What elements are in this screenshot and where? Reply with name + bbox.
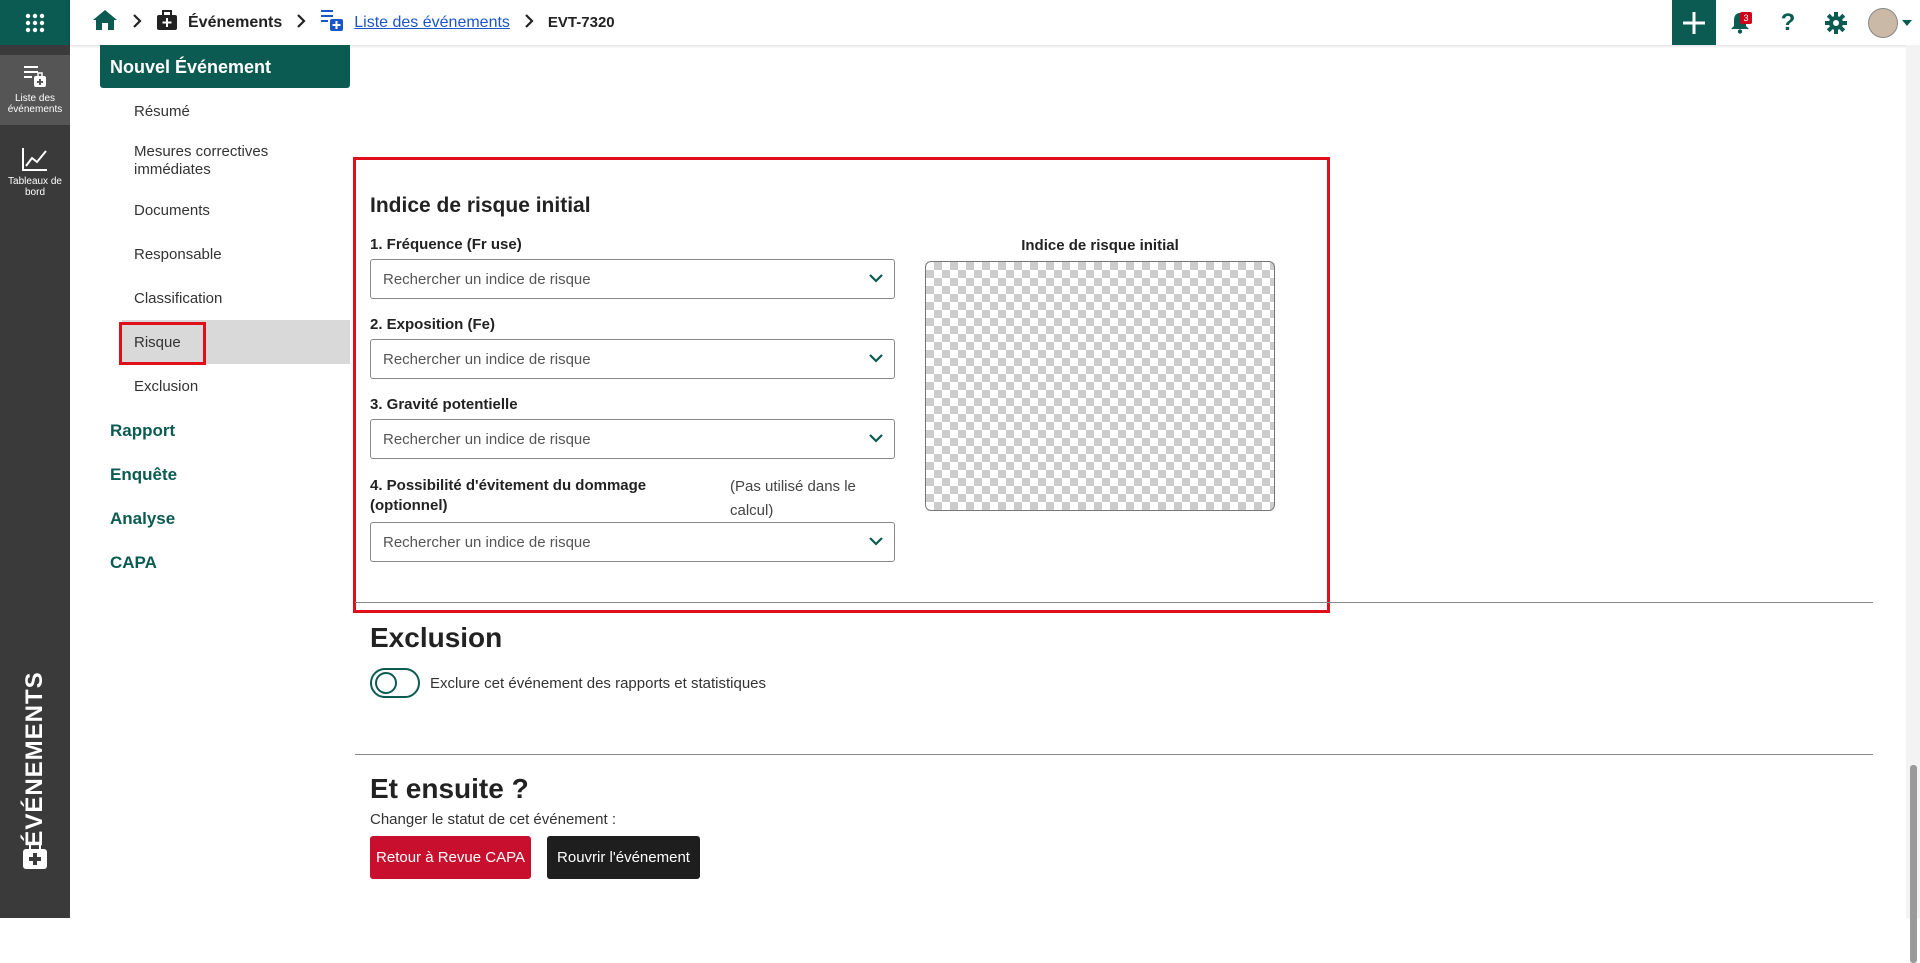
exclusion-title: Exclusion (370, 622, 503, 653)
exposure-placeholder: Rechercher un indice de risque (383, 351, 591, 368)
chevron-down-icon (869, 537, 883, 546)
status-change-text: Changer le statut de cet événement : (370, 811, 616, 828)
exposure-label: 2. Exposition (Fe) (370, 316, 496, 333)
chevron-right-icon (524, 12, 534, 33)
rail-item-dashboards[interactable]: Tableaux de bord (0, 140, 70, 210)
exclusion-toggle-label: Exclure cet événement des rapports et st… (430, 675, 767, 692)
rail-dashboards-label: Tableaux de bord (8, 176, 62, 198)
settings-button[interactable] (1812, 0, 1860, 45)
user-menu[interactable] (1860, 0, 1920, 45)
nav-section-report[interactable]: Rapport (110, 421, 175, 441)
frequency-label: 1. Fréquence (Fr use) (370, 236, 522, 253)
nav-header[interactable]: Nouvel Événement (100, 45, 350, 88)
risk-highlight-box (119, 322, 206, 365)
module-medkit-icon (23, 843, 47, 869)
severity-placeholder: Rechercher un indice de risque (383, 431, 591, 448)
plus-icon (1683, 11, 1705, 34)
severity-label: 3. Gravité potentielle (370, 396, 518, 413)
nav-section-analysis[interactable]: Analyse (110, 509, 175, 529)
gear-icon (1825, 11, 1847, 34)
event-list-icon (320, 8, 344, 37)
event-list-icon (24, 66, 46, 87)
line-chart-icon (22, 148, 47, 171)
frequency-placeholder: Rechercher un indice de risque (383, 271, 591, 288)
top-actions: 3 ? (1672, 0, 1920, 45)
avoidance-select[interactable]: Rechercher un indice de risque (370, 522, 895, 562)
module-label: ÉVÉNEMENTS (21, 671, 48, 847)
chevron-right-icon (296, 12, 306, 33)
avoidance-label: 4. Possibilité d'évitement du dommage (o… (370, 477, 647, 514)
nav-section-investigation[interactable]: Enquête (110, 465, 177, 485)
return-capa-review-button[interactable]: Retour à Revue CAPA (370, 836, 531, 879)
scroll-thumb[interactable] (1910, 765, 1917, 963)
exclusion-toggle[interactable] (370, 668, 420, 698)
question-icon: ? (1780, 8, 1796, 36)
risk-chart-placeholder (925, 261, 1275, 511)
home-icon[interactable] (92, 8, 118, 37)
avoidance-placeholder: Rechercher un indice de risque (383, 534, 591, 551)
rail-event-list-label: Liste des événements (7, 93, 63, 115)
create-button[interactable] (1672, 0, 1716, 45)
nav-section-capa[interactable]: CAPA (110, 553, 157, 573)
notifications-button[interactable]: 3 (1716, 0, 1764, 45)
severity-select[interactable]: Rechercher un indice de risque (370, 419, 895, 459)
nav-item-responsible[interactable]: Responsable (134, 246, 222, 264)
next-title: Et ensuite ? (370, 773, 529, 804)
divider (355, 754, 1873, 755)
chevron-down-icon (869, 354, 883, 363)
breadcrumb-event-list-link[interactable]: Liste des événements (354, 14, 510, 32)
nav-item-exclusion[interactable]: Exclusion (134, 378, 198, 396)
avoidance-note: (Pas utilisé dans le calcul) (730, 478, 856, 519)
breadcrumb-event-id: EVT-7320 (547, 14, 615, 31)
chevron-down-icon (869, 434, 883, 443)
module-label-vertical: ÉVÉNEMENTS (20, 650, 50, 880)
rail-item-event-list[interactable]: Liste des événements (0, 55, 70, 125)
breadcrumb: Événements Liste des événements EVT-7320 (92, 8, 615, 37)
breadcrumb-events[interactable]: Événements (188, 14, 282, 32)
apps-grid-icon[interactable] (0, 0, 70, 45)
exposure-select[interactable]: Rechercher un indice de risque (370, 339, 895, 379)
divider (355, 602, 1873, 603)
nav-item-immediate-measures[interactable]: Mesures correctives immédiates (134, 143, 314, 179)
top-bar: Événements Liste des événements EVT-7320… (70, 0, 1920, 45)
frequency-select[interactable]: Rechercher un indice de risque (370, 259, 895, 299)
notification-badge: 3 (1740, 12, 1752, 24)
caret-down-icon (1902, 19, 1912, 26)
page-scrollbar[interactable] (1906, 45, 1920, 963)
avatar (1868, 7, 1898, 38)
nav-item-classification[interactable]: Classification (134, 290, 222, 308)
medkit-icon (156, 9, 178, 36)
nav-item-resume[interactable]: Résumé (134, 103, 190, 121)
left-rail: Liste des événements Tableaux de bord ÉV… (0, 0, 70, 918)
toggle-knob (375, 672, 397, 694)
risk-title: Indice de risque initial (370, 194, 591, 217)
risk-chart-title: Indice de risque initial (1021, 237, 1179, 254)
help-button[interactable]: ? (1764, 0, 1812, 45)
chevron-down-icon (869, 274, 883, 283)
reopen-event-button[interactable]: Rouvrir l'événement (547, 836, 700, 879)
chevron-right-icon (132, 12, 142, 33)
nav-item-documents[interactable]: Documents (134, 202, 210, 220)
